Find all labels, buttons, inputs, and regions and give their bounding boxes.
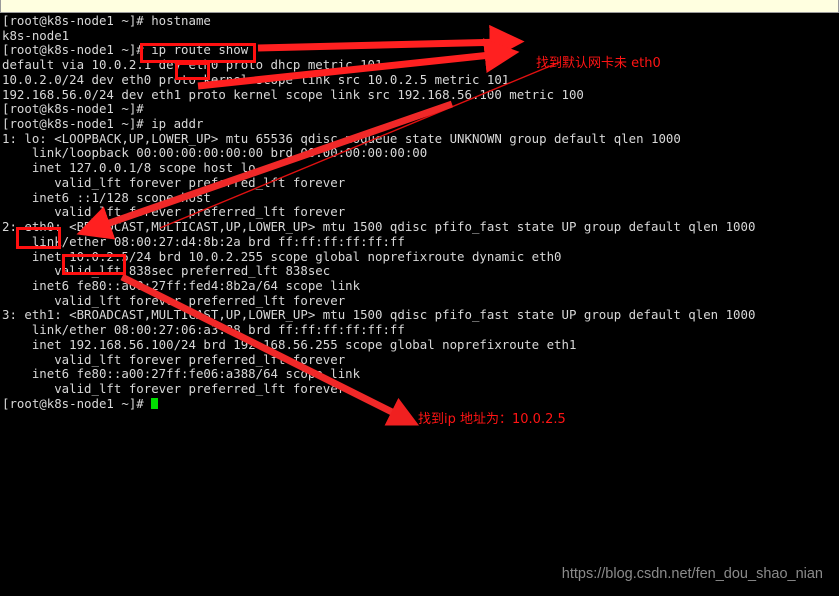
terminal-line: [root@k8s-node1 ~]#	[2, 101, 144, 117]
terminal-line: valid_lft forever preferred_lft forever	[2, 351, 346, 367]
terminal-prompt-text: [root@k8s-node1 ~]#	[2, 395, 152, 411]
terminal-line: default via 10.0.2.1 dev eth0 proto dhcp…	[2, 57, 383, 73]
note-ip-address: 找到ip 地址为：10.0.2.5	[418, 412, 566, 427]
terminal-line: 192.168.56.0/24 dev eth1 proto kernel sc…	[2, 86, 584, 102]
terminal-line: valid_lft forever preferred_lft forever	[2, 292, 346, 308]
highlight-ip-route-show-command	[140, 43, 256, 63]
top-strip-left-edge	[0, 0, 1, 12]
terminal-line: link/ether 08:00:27:06:a3:88 brd ff:ff:f…	[2, 322, 405, 338]
terminal-line: inet6 fe80::a00:27ff:fe06:a388/64 scope …	[2, 366, 361, 382]
terminal-line: k8s-node1	[2, 27, 70, 43]
terminal-line: valid_lft forever preferred_lft forever	[2, 380, 346, 396]
terminal-line: valid_lft forever preferred_lft forever	[2, 204, 346, 220]
terminal-line: [root@k8s-node1 ~]# ip route show	[2, 42, 249, 58]
terminal-line: link/loopback 00:00:00:00:00:00 brd 00:0…	[2, 145, 428, 161]
highlight-eth0-interface-name	[16, 227, 61, 249]
highlight-eth0-ip-address	[62, 254, 126, 275]
terminal-line: 3: eth1: <BROADCAST,MULTICAST,UP,LOWER_U…	[2, 307, 756, 323]
terminal-line: [root@k8s-node1 ~]# hostname	[2, 13, 211, 28]
terminal-line: inet 192.168.56.100/24 brd 192.168.56.25…	[2, 336, 577, 352]
note-default-nic: 找到默认网卡未 eth0	[536, 56, 661, 71]
terminal-output[interactable]: [root@k8s-node1 ~]# hostname k8s-node1 [ro…	[0, 13, 839, 411]
terminal-line: inet6 ::1/128 scope host	[2, 189, 211, 205]
highlight-eth0-route-device	[175, 62, 210, 80]
terminal-line: [root@k8s-node1 ~]# ip addr	[2, 116, 204, 132]
terminal-line: 2: eth0: <BROADCAST,MULTICAST,UP,LOWER_U…	[2, 219, 756, 235]
window-top-strip	[0, 0, 839, 13]
screenshot-root: [root@k8s-node1 ~]# hostname k8s-node1 [ro…	[0, 0, 839, 596]
terminal-line: 10.0.2.0/24 dev eth0 proto kernel scope …	[2, 71, 510, 87]
terminal-line: link/ether 08:00:27:d4:8b:2a brd ff:ff:f…	[2, 233, 405, 249]
terminal-line: inet 127.0.0.1/8 scope host lo	[2, 160, 256, 176]
terminal-line: 1: lo: <LOOPBACK,UP,LOWER_UP> mtu 65536 …	[2, 130, 681, 146]
terminal-line: inet6 fe80::a00:27ff:fed4:8b2a/64 scope …	[2, 277, 361, 293]
terminal-line: valid_lft forever preferred_lft forever	[2, 174, 346, 190]
watermark-url: https://blog.csdn.net/fen_dou_shao_nian	[561, 566, 823, 582]
terminal-cursor	[151, 397, 159, 409]
